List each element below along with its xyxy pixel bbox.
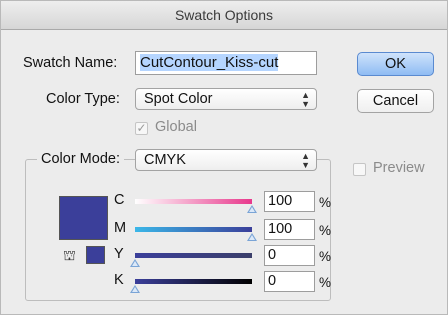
color-type-select[interactable]: Spot Color ▲ ▼ [135,88,317,110]
percent-label-c: % [319,195,332,210]
channel-label-m: M [114,220,127,236]
swatch-name-label: Swatch Name: [23,55,118,71]
slider-k[interactable] [135,279,252,284]
color-type-value: Spot Color [144,91,213,107]
channel-label-k: K [114,272,124,288]
swatch-name-value: CutContour_Kiss-cut [140,54,279,71]
swatch-name-input[interactable]: CutContour_Kiss-cut [135,51,317,75]
global-label: Global [155,119,197,135]
slider-thumb-k[interactable] [130,285,140,293]
preview-checkbox[interactable] [353,163,366,176]
color-mode-select[interactable]: CMYK ▲ ▼ [135,149,317,171]
color-mode-value: CMYK [144,152,186,168]
checkmark-icon: ✓ [136,121,147,135]
spot-color-icon: ⛫ [63,247,76,263]
color-type-label: Color Type: [46,91,120,107]
dialog-title: Swatch Options [1,1,447,30]
slider-y[interactable] [135,253,252,258]
spot-color-swatch [86,246,105,264]
color-mode-label: Color Mode: [37,151,124,167]
value-input-y[interactable]: 0 [264,245,315,266]
value-input-k[interactable]: 0 [264,271,315,292]
slider-thumb-m[interactable] [247,233,257,241]
global-checkbox[interactable]: ✓ [135,122,148,135]
slider-c[interactable] [135,199,252,204]
preview-label: Preview [373,160,425,176]
channel-label-c: C [114,192,125,208]
percent-label-m: % [319,223,332,238]
slider-thumb-c[interactable] [247,205,257,213]
color-preview-swatch [59,196,108,240]
slider-m[interactable] [135,227,252,232]
value-input-c[interactable]: 100 [264,191,315,212]
channel-label-y: Y [114,246,124,262]
percent-label-y: % [319,249,332,264]
cancel-button[interactable]: Cancel [357,89,434,113]
ok-button[interactable]: OK [357,52,434,76]
value-input-m[interactable]: 100 [264,219,315,240]
select-arrows-icon: ▲ ▼ [301,90,310,109]
swatch-options-dialog: Swatch Options Swatch Name: CutContour_K… [0,0,448,315]
slider-thumb-y[interactable] [130,259,140,267]
percent-label-k: % [319,275,332,290]
select-arrows-icon: ▲ ▼ [301,151,310,170]
